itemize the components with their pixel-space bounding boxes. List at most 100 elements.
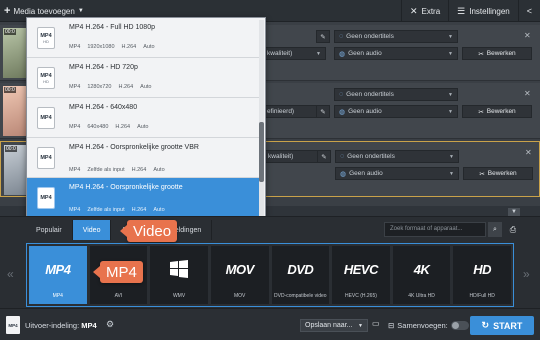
- folder-icon[interactable]: ▭: [372, 319, 384, 332]
- spec-bitrate: Auto: [137, 124, 149, 130]
- format-tile-mp4[interactable]: MP4 MP4: [29, 246, 87, 304]
- subtitles-select[interactable]: ◌ Geen ondertitels ▼: [334, 30, 458, 43]
- spec-bitrate: Auto: [153, 207, 165, 213]
- quality-value: kwaliteit): [268, 153, 294, 160]
- search-icon[interactable]: ⌕: [488, 222, 502, 237]
- spec-container: MP4: [69, 84, 81, 90]
- output-format-label: Uitvoer-indeling: MP4: [25, 321, 97, 330]
- 4k-logo-icon: 4K: [413, 261, 430, 277]
- mp4-format-callout: MP4: [93, 261, 143, 283]
- edit-button[interactable]: ✂ Bewerken: [462, 47, 532, 60]
- preset-name: MP4 H.264 - HD 720p: [69, 64, 138, 71]
- start-button[interactable]: ↻ START: [470, 316, 534, 335]
- collapse-panel-button[interactable]: ▼: [508, 208, 520, 216]
- pencil-icon: ✎: [320, 33, 326, 41]
- edit-pencil-button[interactable]: ✎: [316, 30, 330, 43]
- save-to-select[interactable]: Opslaan naar... ▼: [300, 319, 368, 332]
- audio-value: Geen audio: [348, 108, 382, 115]
- preset-specs: MP4 Zelfde als input H.264 Auto: [69, 207, 165, 213]
- speech-bubble-icon: ◌: [340, 153, 345, 160]
- tab-popular[interactable]: Populair: [26, 220, 73, 240]
- duration-label: 00:0: [5, 146, 17, 152]
- chevron-down-icon: ▼: [449, 170, 454, 177]
- chevron-down-icon: ▼: [448, 50, 453, 57]
- mp4-file-icon: MP4 HD: [37, 27, 55, 49]
- remove-file-icon[interactable]: ✕: [524, 89, 531, 98]
- share-icon: <: [526, 6, 532, 16]
- remove-file-icon[interactable]: ✕: [525, 148, 532, 157]
- subtitles-select[interactable]: ◌ Geen ondertitels ▼: [334, 88, 458, 101]
- quality-select[interactable]: kwaliteit) ▼: [262, 47, 326, 60]
- mp4-logo-icon: MP4: [45, 261, 71, 277]
- spec-bitrate: Auto: [143, 44, 155, 50]
- preset-name: MP4 H.264 - 640x480: [69, 104, 138, 111]
- video-tab-callout: Video: [119, 220, 178, 242]
- chevron-down-icon: ▼: [358, 322, 363, 329]
- format-search-input[interactable]: Zoek formaat of apparaat...: [384, 222, 486, 237]
- save-to-label: Opslaan naar...: [305, 322, 353, 329]
- tab-video[interactable]: Video: [72, 220, 112, 240]
- edit-button[interactable]: ✂ Bewerken: [463, 167, 533, 180]
- edit-pencil-button[interactable]: ✎: [317, 150, 331, 163]
- share-button[interactable]: <: [517, 0, 540, 22]
- format-label: HD/Full HD: [469, 293, 495, 299]
- spec-container: MP4: [69, 167, 81, 173]
- preset-item[interactable]: MP4 MP4 H.264 - Oorspronkelijke grootte …: [27, 138, 259, 178]
- format-tile-dvd[interactable]: DVD DVD-compatibele video: [271, 246, 330, 304]
- preset-specs: MP4 1920x1080 H.264 Auto: [69, 44, 155, 50]
- edit-button[interactable]: ✂ Bewerken: [462, 105, 532, 118]
- video-thumbnail[interactable]: 00:0: [4, 145, 28, 195]
- spec-resolution: Zelfde als input: [87, 167, 125, 173]
- mp4-file-icon: MP4: [37, 147, 55, 169]
- tools-icon: ✕: [409, 5, 418, 16]
- edit-pencil-button[interactable]: ✎: [316, 105, 330, 118]
- spec-resolution: 1920x1080: [87, 44, 115, 50]
- device-detect-icon[interactable]: ⎙: [506, 222, 520, 237]
- dvd-logo-icon: DVD: [287, 261, 314, 277]
- gear-icon[interactable]: ⚙: [106, 319, 114, 330]
- format-tile-wmv[interactable]: WMV: [150, 246, 208, 304]
- extra-label: Extra: [421, 6, 441, 16]
- preset-specs: MP4 640x480 H.264 Auto: [69, 124, 148, 130]
- merge-icon: ⊟: [388, 321, 395, 330]
- chevron-down-icon: ▼: [511, 209, 517, 215]
- extra-button[interactable]: ✕ Extra: [400, 0, 448, 22]
- audio-select[interactable]: ◍ Geen audio ▼: [335, 167, 459, 180]
- spec-codec: H.264: [131, 207, 147, 213]
- preset-name: MP4 H.264 - Oorspronkelijke grootte VBR: [69, 144, 199, 151]
- scrollbar-thumb[interactable]: [259, 122, 264, 182]
- format-tile-4k[interactable]: 4K 4K Ultra HD: [392, 246, 451, 304]
- format-tile-mov[interactable]: MOV MOV: [210, 246, 269, 304]
- add-media-button[interactable]: + Media toevoegen ▼: [4, 4, 84, 18]
- format-tile-hd[interactable]: HD HD/Full HD: [453, 246, 511, 304]
- audio-icon: ◍: [339, 108, 346, 116]
- preset-name: MP4 H.264 - Full HD 1080p: [69, 24, 155, 31]
- subtitles-select[interactable]: ◌ Geen ondertitels ▼: [335, 150, 459, 163]
- preset-item[interactable]: MP4 MP4 H.264 - 640x480 MP4 640x480 H.26…: [27, 98, 259, 138]
- remove-file-icon[interactable]: ✕: [524, 31, 531, 40]
- speech-bubble-icon: ◌: [339, 33, 344, 40]
- scroll-left-icon[interactable]: «: [7, 267, 14, 281]
- hevc-logo-icon: HEVC: [343, 261, 379, 277]
- spec-codec: H.264: [121, 44, 137, 50]
- scroll-right-icon[interactable]: »: [523, 267, 530, 281]
- format-label: HEVC (H.265): [344, 293, 377, 299]
- windows-logo-icon: [150, 246, 208, 292]
- video-thumbnail[interactable]: 00:0: [3, 86, 27, 136]
- settings-button[interactable]: ☰ Instellingen: [448, 0, 518, 22]
- scrollbar-track[interactable]: [259, 20, 264, 216]
- chevron-down-icon: ▼: [449, 153, 454, 160]
- spec-bitrate: Auto: [140, 84, 152, 90]
- merge-toggle[interactable]: [450, 321, 469, 330]
- format-tile-hevc[interactable]: HEVC HEVC (H.265): [332, 246, 390, 304]
- preset-item[interactable]: MP4 HD MP4 H.264 - Full HD 1080p MP4 1920…: [27, 18, 259, 58]
- spec-resolution: Zelfde als input: [87, 207, 125, 213]
- audio-select[interactable]: ◍ Geen audio ▼: [334, 105, 458, 118]
- preset-item[interactable]: MP4 HD MP4 H.264 - HD 720p MP4 1280x720 H…: [27, 58, 259, 98]
- preset-specs: MP4 1280x720 H.264 Auto: [69, 84, 152, 90]
- video-thumbnail[interactable]: 00:0: [3, 28, 27, 78]
- preset-item-selected[interactable]: MP4 MP4 H.264 - Oorspronkelijke grootte …: [27, 178, 259, 216]
- spec-resolution: 640x480: [87, 124, 109, 130]
- chevron-down-icon: ▼: [448, 108, 453, 115]
- audio-select[interactable]: ◍ Geen audio ▼: [334, 47, 458, 60]
